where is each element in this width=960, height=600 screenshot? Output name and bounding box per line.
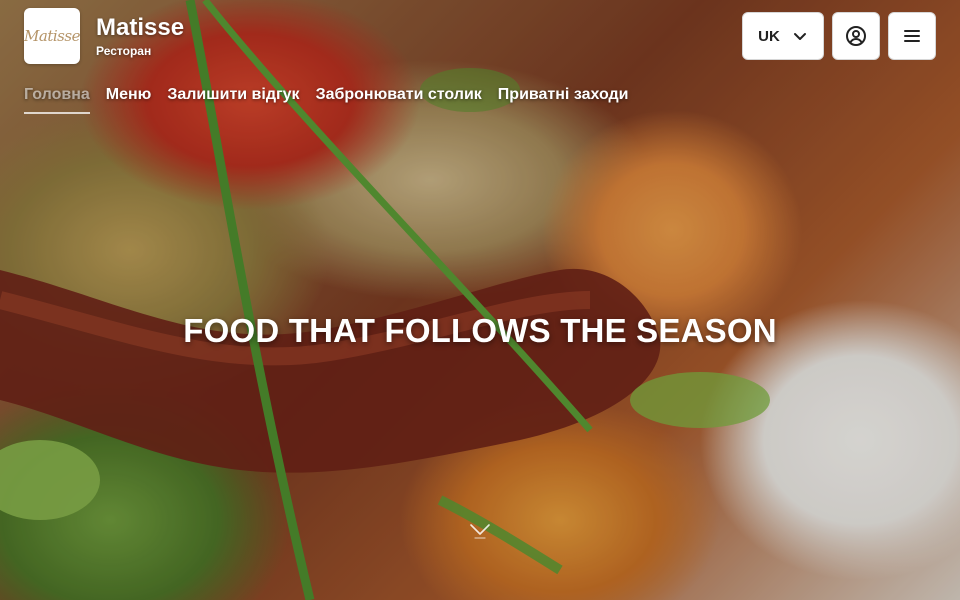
nav-item-home[interactable]: Головна xyxy=(24,86,90,114)
account-button[interactable] xyxy=(832,12,880,60)
hero-headline: FOOD THAT FOLLOWS THE SEASON xyxy=(183,312,777,349)
hamburger-menu-icon xyxy=(904,30,920,42)
hero-section: Matisse Matisse Ресторан Головна Меню За… xyxy=(0,0,960,600)
main-nav: Головна Меню Залишити відгук Забронювати… xyxy=(24,86,629,114)
brand-subtitle: Ресторан xyxy=(96,44,152,58)
chevron-down-icon xyxy=(793,33,806,40)
nav-item-private-events[interactable]: Приватні заходи xyxy=(498,86,629,114)
menu-button[interactable] xyxy=(888,12,936,60)
language-selector[interactable]: UK xyxy=(742,12,824,60)
restaurant-logo[interactable]: Matisse xyxy=(24,8,80,64)
brand-block: Matisse Ресторан xyxy=(96,14,184,59)
language-label: UK xyxy=(758,27,780,45)
logo-script-text: Matisse xyxy=(24,27,80,45)
nav-item-leave-review[interactable]: Залишити відгук xyxy=(167,86,299,114)
nav-item-book-table[interactable]: Забронювати столик xyxy=(316,86,482,114)
nav-item-menu[interactable]: Меню xyxy=(106,86,152,114)
user-circle-icon xyxy=(846,26,866,46)
scroll-down-icon[interactable] xyxy=(468,518,492,542)
top-actions: UK xyxy=(742,12,936,60)
brand-name: Matisse xyxy=(96,14,185,41)
